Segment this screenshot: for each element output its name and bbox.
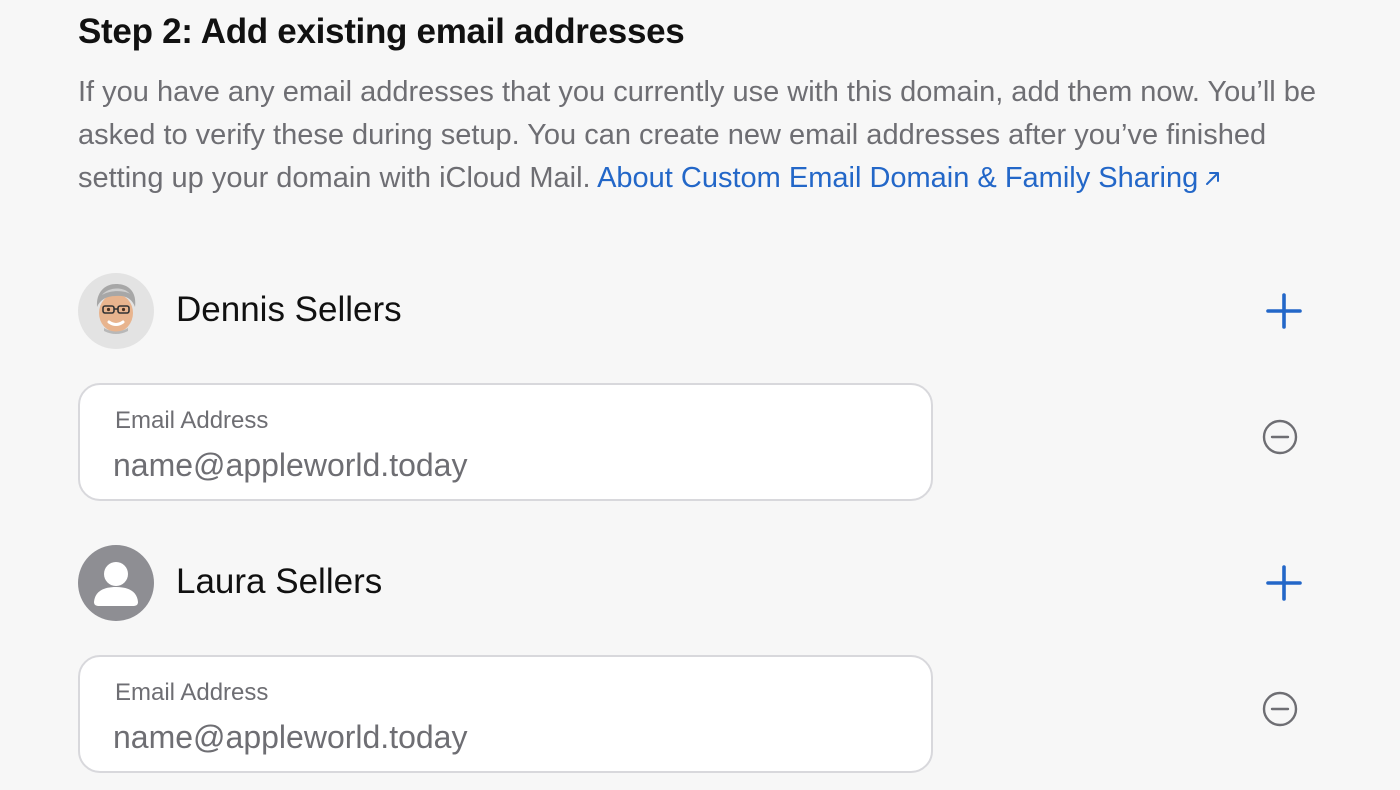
remove-email-button[interactable] [1261,690,1299,728]
member-row-dennis: Dennis Sellers [78,273,1308,349]
email-address-field[interactable]: Email Address [78,383,933,501]
memoji-avatar [78,273,154,349]
member-row-laura: Laura Sellers [78,545,1308,621]
link-text: About Custom Email Domain & Family Shari… [597,162,1199,194]
email-input[interactable] [113,715,893,759]
step-title: Step 2: Add existing email addresses [78,12,685,51]
member-name: Dennis Sellers [176,290,402,329]
email-field-label: Email Address [115,679,269,706]
add-email-button[interactable] [1260,287,1308,335]
step-description: If you have any email addresses that you… [78,71,1318,200]
plus-icon [1266,565,1302,601]
email-field-label: Email Address [115,407,269,434]
member-name: Laura Sellers [176,562,383,601]
add-email-button[interactable] [1260,559,1308,607]
arrow-up-right-icon [1206,172,1220,185]
remove-email-button[interactable] [1261,418,1299,456]
email-address-field[interactable]: Email Address [78,655,933,773]
about-custom-email-domain-link[interactable]: About Custom Email Domain & Family Shari… [597,162,1224,194]
email-setup-page: Step 2: Add existing email addresses If … [0,0,1400,790]
minus-circle-icon [1262,419,1298,455]
email-input[interactable] [113,443,893,487]
generic-person-avatar [78,545,154,621]
minus-circle-icon [1262,691,1298,727]
plus-icon [1266,293,1302,329]
